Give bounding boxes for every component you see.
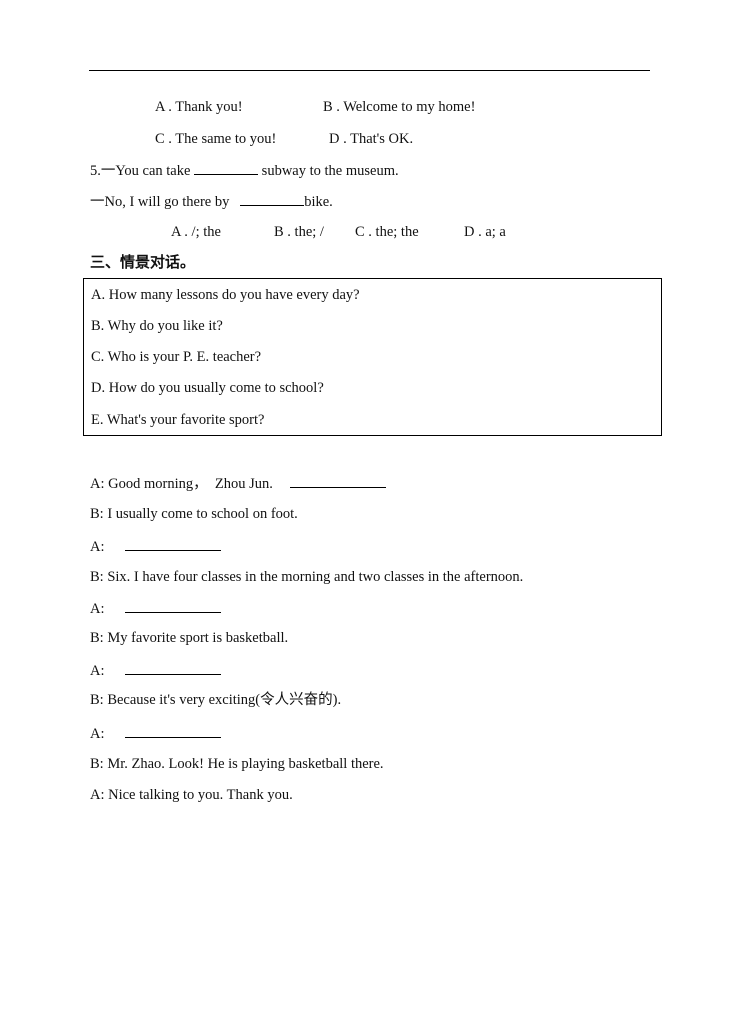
header-rule <box>89 70 650 71</box>
q5-text: bike. <box>304 194 333 210</box>
document-page: A . Thank you! B . Welcome to my home! C… <box>0 0 745 1032</box>
choice-item: C. Who is your P. E. teacher? <box>91 349 262 365</box>
dialogue-line: A: <box>90 723 222 743</box>
choice-item: A. How many lessons do you have every da… <box>91 287 360 303</box>
dialogue-line: A: <box>90 660 222 680</box>
section-title: 三、情景对话。 <box>90 253 196 271</box>
question-5-line2: 一No, I will go there by bike. <box>90 191 333 211</box>
dialogue-line: A: <box>90 536 222 556</box>
dialogue-text: A: Nice talking to you. Thank you. <box>90 787 293 803</box>
option-d: D . That's OK. <box>329 131 414 147</box>
question-5-line1: 5.一You can take subway to the museum. <box>90 160 399 180</box>
dialogue-text: A: Good morning， Zhou Jun. <box>90 476 284 492</box>
q5-text: 5.一You can take <box>90 163 195 179</box>
dialogue-text: B: Mr. Zhao. Look! He is playing basketb… <box>90 756 384 772</box>
answer-blank[interactable] <box>125 723 222 738</box>
dialogue-text: A: <box>90 601 116 617</box>
dialogue-line: B: Six. I have four classes in the morni… <box>90 568 523 586</box>
dialogue-text: A: <box>90 663 116 679</box>
choice-item: B. Why do you like it? <box>91 318 223 334</box>
choice-item: E. What's your favorite sport? <box>91 412 265 428</box>
dialogue-text: B: I usually come to school on foot. <box>90 506 298 522</box>
answer-blank[interactable] <box>194 160 259 175</box>
dialogue-line: B: My favorite sport is basketball. <box>90 629 288 647</box>
option-a: A . Thank you! <box>155 99 243 115</box>
answer-blank[interactable] <box>240 191 305 206</box>
q5-option-a: A . /; the <box>171 224 221 240</box>
dialogue-line: B: Mr. Zhao. Look! He is playing basketb… <box>90 755 384 773</box>
dialogue-line: A: <box>90 598 222 618</box>
dialogue-line: B: I usually come to school on foot. <box>90 505 298 523</box>
choice-item: D. How do you usually come to school? <box>91 380 324 396</box>
dialogue-text: B: Six. I have four classes in the morni… <box>90 569 524 585</box>
dialogue-text: A: <box>90 539 116 555</box>
dialogue-text: A: <box>90 726 116 742</box>
answer-blank[interactable] <box>125 598 222 613</box>
answer-blank[interactable] <box>289 473 386 488</box>
q5-option-c: C . the; the <box>355 224 419 240</box>
q5-text: 一No, I will go there by <box>90 194 241 210</box>
option-b: B . Welcome to my home! <box>323 99 476 115</box>
answer-blank[interactable] <box>125 660 222 675</box>
dialogue-line: B: Because it's very exciting(令人兴奋的). <box>90 691 341 709</box>
dialogue-line: A: Good morning， Zhou Jun. <box>90 473 386 493</box>
dialogue-text: B: Because it's very exciting(令人兴奋的). <box>90 692 342 708</box>
q5-option-d: D . a; a <box>464 224 506 240</box>
dialogue-line: A: Nice talking to you. Thank you. <box>90 786 293 804</box>
q5-option-b: B . the; / <box>274 224 324 240</box>
q5-text: subway to the museum. <box>258 163 399 179</box>
answer-blank[interactable] <box>125 536 222 551</box>
option-c: C . The same to you! <box>155 131 277 147</box>
dialogue-text: B: My favorite sport is basketball. <box>90 630 289 646</box>
